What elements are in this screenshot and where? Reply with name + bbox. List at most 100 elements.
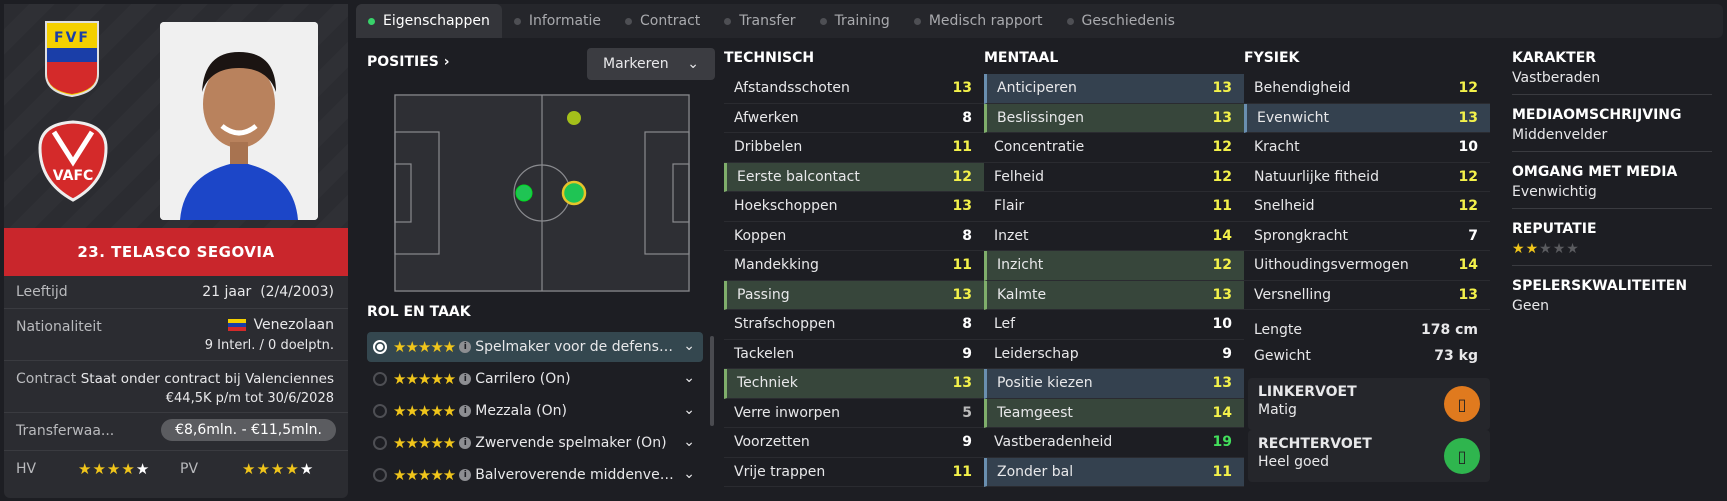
- player-name: 23. TELASCO SEGOVIA: [4, 228, 348, 276]
- chevron-down-icon[interactable]: ⌄: [683, 370, 695, 386]
- attribute-row[interactable]: Passing 13: [724, 280, 984, 310]
- attribute-row[interactable]: Eerste balcontact 12: [724, 162, 984, 192]
- attribute-value: 12: [1458, 168, 1478, 185]
- attribute-row[interactable]: Koppen 8: [724, 222, 984, 251]
- attribute-label: Beslissingen: [997, 109, 1085, 126]
- attribute-row[interactable]: Beslissingen 13: [984, 103, 1244, 133]
- attribute-row[interactable]: Kalmte 13: [984, 280, 1244, 310]
- attribute-row[interactable]: Natuurlijke fitheid 12: [1244, 163, 1490, 192]
- radio-button[interactable]: [373, 436, 387, 450]
- contract-value[interactable]: Staat onder contract bij Valenciennes: [81, 371, 334, 387]
- role-option[interactable]: ★★★★★ i Balveroverende middenvel... ⌄: [367, 460, 703, 490]
- football-boot-icon: ▯: [1444, 386, 1480, 422]
- player-profile: { "tabs": [ {"label":"Eigenschappen","ac…: [0, 0, 1727, 501]
- attribute-row[interactable]: Lef 10: [984, 310, 1244, 340]
- info-icon[interactable]: i: [459, 341, 472, 353]
- personality-title: KARAKTER: [1512, 50, 1597, 66]
- attribute-row[interactable]: Strafschoppen 8: [724, 310, 984, 340]
- radio-button[interactable]: [373, 340, 387, 354]
- info-icon[interactable]: i: [459, 405, 472, 417]
- attribute-row[interactable]: Techniek 13: [724, 369, 984, 399]
- attribute-row[interactable]: Flair 11: [984, 192, 1244, 222]
- role-option[interactable]: ★★★★★ i Carrilero (On) ⌄: [367, 364, 703, 394]
- attribute-label: Tackelen: [734, 345, 795, 362]
- positions-title[interactable]: POSITIES ›: [367, 54, 450, 70]
- star-icon: ★: [121, 460, 135, 478]
- star-icon: ★: [1552, 241, 1566, 257]
- attribute-value: 11: [1212, 463, 1232, 480]
- player-traits-value: Geen: [1512, 298, 1549, 314]
- attribute-row[interactable]: Voorzetten 9: [724, 428, 984, 458]
- player-card: FVF VAFC 23. TELASCO SEGOVIA Leeftijd 21…: [4, 4, 348, 498]
- tab-training[interactable]: Training: [808, 4, 902, 38]
- transfer-value-label: Transferwaa...: [16, 423, 115, 439]
- star-icon: ★: [1566, 241, 1579, 257]
- chevron-down-icon[interactable]: ⌄: [683, 338, 695, 354]
- tab-eigenschappen[interactable]: Eigenschappen: [356, 4, 502, 38]
- reputation-block: REPUTATIE ★ ★ ★ ★ ★: [1512, 221, 1712, 266]
- attribute-row[interactable]: Concentratie 12: [984, 133, 1244, 163]
- tab-transfer[interactable]: Transfer: [712, 4, 807, 38]
- mark-dropdown[interactable]: Markeren ⌄: [587, 48, 715, 80]
- attribute-row[interactable]: Tackelen 9: [724, 340, 984, 369]
- attribute-value: 5: [962, 404, 972, 421]
- tab-dot-icon: [625, 17, 633, 25]
- attribute-row[interactable]: Inzet 14: [984, 222, 1244, 251]
- attribute-row[interactable]: Behendigheid 12: [1244, 74, 1490, 104]
- attribute-row[interactable]: Sprongkracht 7: [1244, 222, 1490, 251]
- radio-button[interactable]: [373, 404, 387, 418]
- attribute-row[interactable]: Vastberadenheid 19: [984, 428, 1244, 458]
- attribute-row[interactable]: Anticiperen 13: [984, 74, 1244, 104]
- info-icon[interactable]: i: [459, 437, 472, 449]
- position-marker: [567, 111, 581, 125]
- roles-scrollbar[interactable]: [710, 336, 714, 426]
- chevron-down-icon[interactable]: ⌄: [683, 402, 695, 418]
- tab-contract[interactable]: Contract: [613, 4, 712, 38]
- attribute-row[interactable]: Teamgeest 14: [984, 398, 1244, 428]
- transfer-value-pill[interactable]: €8,6mln. - €11,5mln.: [161, 419, 336, 441]
- attribute-row[interactable]: Uithoudingsvermogen 14: [1244, 251, 1490, 281]
- attribute-value: 9: [962, 434, 972, 451]
- attribute-row[interactable]: Vrije trappen 11: [724, 458, 984, 487]
- attribute-row[interactable]: Snelheid 12: [1244, 192, 1490, 222]
- role-option[interactable]: ★★★★★ i Spelmaker voor de defensi... ⌄: [367, 332, 703, 362]
- chevron-down-icon[interactable]: ⌄: [683, 434, 695, 450]
- attribute-row[interactable]: Felheid 12: [984, 163, 1244, 192]
- info-icon[interactable]: i: [459, 469, 472, 481]
- attribute-row[interactable]: Zonder bal 11: [984, 457, 1244, 487]
- role-option[interactable]: ★★★★★ i Zwervende spelmaker (On) ⌄: [367, 428, 703, 458]
- contract-label: Contract: [16, 371, 77, 387]
- current-ability-label: HV: [16, 461, 37, 477]
- attribute-row[interactable]: Afstandsschoten 13: [724, 74, 984, 104]
- attribute-row[interactable]: Positie kiezen 13: [984, 369, 1244, 399]
- radio-button[interactable]: [373, 468, 387, 482]
- radio-button[interactable]: [373, 372, 387, 386]
- attribute-row[interactable]: Mandekking 11: [724, 251, 984, 281]
- attribute-row[interactable]: Dribbelen 11: [724, 133, 984, 163]
- attribute-row[interactable]: Kracht 10: [1244, 133, 1490, 163]
- info-icon[interactable]: i: [459, 373, 472, 385]
- tab-informatie[interactable]: Informatie: [502, 4, 613, 38]
- attribute-row[interactable]: Leiderschap 9: [984, 340, 1244, 369]
- star-icon: ★: [1525, 241, 1539, 257]
- attribute-row[interactable]: Hoekschoppen 13: [724, 192, 984, 222]
- media-handling-block: OMGANG MET MEDIA Evenwichtig: [1512, 164, 1712, 209]
- tab-label: Geschiedenis: [1081, 13, 1175, 29]
- tab-geschiedenis[interactable]: Geschiedenis: [1055, 4, 1187, 38]
- attribute-row[interactable]: Evenwicht 13: [1244, 103, 1490, 133]
- attribute-value: 13: [1458, 109, 1478, 126]
- attribute-row[interactable]: Afwerken 8: [724, 104, 984, 133]
- chevron-down-icon[interactable]: ⌄: [683, 466, 695, 482]
- attribute-label: Inzet: [994, 227, 1029, 244]
- attribute-row[interactable]: Verre inworpen 5: [724, 399, 984, 428]
- role-option[interactable]: ★★★★★ i Mezzala (On) ⌄: [367, 396, 703, 426]
- attribute-row[interactable]: Versnelling 13: [1244, 281, 1490, 310]
- star-icon: ★: [106, 460, 121, 478]
- attribute-row[interactable]: Inzicht 12: [984, 251, 1244, 281]
- attribute-label: Eerste balcontact: [737, 168, 860, 185]
- venezuela-flag-icon: [227, 319, 246, 331]
- tab-medisch-rapport[interactable]: Medisch rapport: [902, 4, 1055, 38]
- attribute-value: 12: [1212, 257, 1232, 274]
- star-icon: ★: [299, 460, 314, 478]
- attribute-label: Hoekschoppen: [734, 198, 838, 215]
